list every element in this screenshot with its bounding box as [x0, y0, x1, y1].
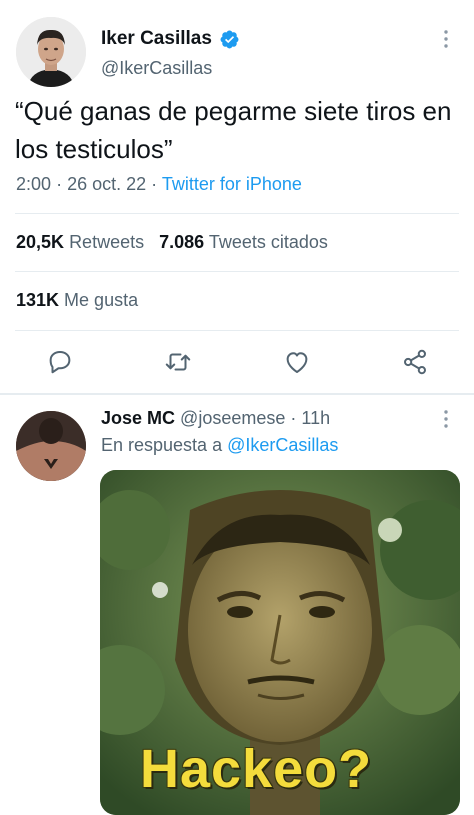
- divider: [15, 213, 459, 214]
- reply-time[interactable]: 11h: [301, 408, 330, 428]
- reply-more-options-icon[interactable]: [440, 408, 452, 430]
- quotes-count: 7.086: [159, 232, 205, 252]
- tweet-date[interactable]: 26 oct. 22: [67, 174, 146, 194]
- separator: ·: [290, 408, 297, 428]
- retweets-link[interactable]: 20,5K Retweets: [16, 232, 144, 252]
- reply-author-handle[interactable]: @joseemese: [180, 408, 285, 428]
- tweet-metadata: 2:00 · 26 oct. 22 · Twitter for iPhone: [16, 174, 302, 195]
- reply-media-image[interactable]: Hackeo?: [100, 470, 460, 815]
- reply-icon[interactable]: [45, 347, 75, 377]
- retweet-stats: 20,5K Retweets 7.086 Tweets citados: [16, 232, 328, 253]
- verified-badge-icon: [220, 30, 239, 49]
- replying-to-prefix: En respuesta a: [101, 435, 223, 455]
- section-divider: [0, 393, 474, 395]
- quotes-link[interactable]: 7.086 Tweets citados: [159, 232, 328, 252]
- replying-to-mention[interactable]: @IkerCasillas: [227, 435, 338, 455]
- replying-to: En respuesta a @IkerCasillas: [101, 435, 338, 456]
- likes-link[interactable]: 131K Me gusta: [16, 290, 138, 311]
- more-options-icon[interactable]: [440, 28, 452, 50]
- tweet-time[interactable]: 2:00: [16, 174, 51, 194]
- share-icon[interactable]: [400, 347, 430, 377]
- separator: ·: [56, 174, 63, 194]
- tweet-text: “Qué ganas de pegarme siete tiros en los…: [15, 96, 452, 164]
- divider: [15, 271, 459, 272]
- like-icon[interactable]: [282, 347, 312, 377]
- retweets-count: 20,5K: [16, 232, 65, 252]
- retweet-icon[interactable]: [163, 347, 193, 377]
- separator: ·: [151, 174, 158, 194]
- reply-author-avatar[interactable]: [16, 411, 86, 481]
- image-caption: Hackeo?: [140, 739, 373, 799]
- likes-label: Me gusta: [64, 290, 139, 310]
- quotes-label: Tweets citados: [208, 232, 328, 252]
- author-handle[interactable]: @IkerCasillas: [101, 58, 212, 79]
- reply-author-name[interactable]: Jose MC: [101, 408, 175, 428]
- author-avatar[interactable]: [16, 17, 86, 87]
- divider: [15, 330, 459, 331]
- tweet-source[interactable]: Twitter for iPhone: [162, 174, 302, 194]
- author-name[interactable]: Iker Casillas: [101, 28, 212, 50]
- retweets-label: Retweets: [69, 232, 145, 252]
- likes-count: 131K: [16, 290, 60, 310]
- reply-header: Jose MC @joseemese · 11h: [101, 408, 330, 429]
